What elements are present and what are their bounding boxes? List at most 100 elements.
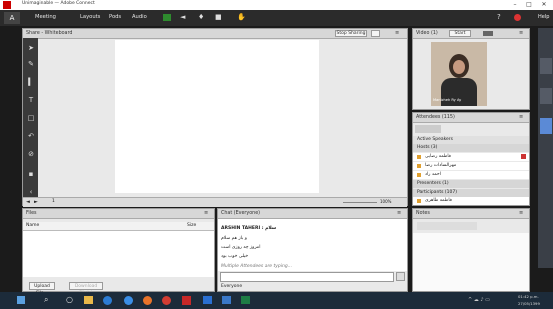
notes-body[interactable] [413, 233, 529, 291]
pod-menu-icon[interactable]: ≡ [519, 113, 523, 122]
record-icon[interactable] [514, 14, 521, 21]
marker-tool-icon[interactable]: ✎ [27, 60, 35, 68]
share-pod: Share - Whiteboard Stop Sharing ≡ ➤ ✎ ▍ … [22, 28, 408, 207]
help-icon[interactable]: ? [497, 13, 501, 21]
delete-icon[interactable]: ▪ [27, 170, 35, 178]
page-number: 1 [52, 199, 55, 204]
menu-bar: A Meeting Layouts Pods Audio ◄ ♦ ■ ✋ ? H… [0, 10, 553, 26]
hosts-heading[interactable]: Hosts (3) [413, 144, 529, 152]
send-icon[interactable] [396, 272, 405, 281]
webcam-icon[interactable]: ■ [215, 13, 222, 21]
zoom-level[interactable]: 100% [380, 199, 391, 204]
download-files-button[interactable]: Download File(s) [69, 282, 103, 296]
media-icon[interactable] [222, 296, 231, 304]
chat-pod: Chat (Everyone) ≡ ARSHIN TAHERI : سلام و… [217, 208, 408, 292]
host-row[interactable]: احمد راد [413, 171, 529, 179]
clock-time[interactable]: 01:42 p.m. [518, 294, 539, 299]
name-column[interactable]: Name [26, 223, 39, 228]
chat-input[interactable] [220, 272, 394, 282]
menu-audio[interactable]: Audio [132, 14, 147, 20]
pod-menu-icon[interactable]: ≡ [204, 209, 208, 218]
clock-date[interactable]: 27/05/1399 [518, 301, 540, 306]
search-icon[interactable]: ⌕ [44, 295, 48, 305]
pod-menu-icon[interactable]: ≡ [519, 209, 523, 218]
collapse-toolbar-icon[interactable]: ‹ [27, 188, 35, 196]
app-icon [3, 1, 11, 9]
stop-sharing-button[interactable]: Stop Sharing [335, 30, 367, 37]
presenters-heading[interactable]: Presenters (1) [413, 180, 529, 188]
edge-icon[interactable] [124, 296, 133, 305]
status-icon[interactable] [163, 14, 171, 21]
share-pod-title: Share - Whiteboard [26, 31, 73, 36]
pod-menu-icon[interactable]: ≡ [519, 29, 523, 38]
chat-pod-header: Chat (Everyone) ≡ [218, 209, 407, 219]
side-panel-item[interactable] [540, 118, 552, 134]
active-speakers-row: Active Speakers [413, 136, 529, 144]
start-webcam-button[interactable]: Start [449, 30, 471, 37]
mail-icon[interactable] [203, 296, 212, 304]
menu-layouts[interactable]: Layouts [80, 14, 100, 20]
start-icon[interactable] [17, 296, 25, 304]
maximize-icon[interactable]: □ [522, 0, 536, 10]
highlighter-tool-icon[interactable]: ▍ [27, 78, 35, 86]
video-pod-title: Video (1) [416, 31, 438, 36]
excel-icon[interactable] [241, 296, 250, 304]
chat-tab-everyone[interactable]: Everyone [221, 284, 242, 289]
files-pod-header: Files ≡ [23, 209, 214, 219]
speaker-icon[interactable]: ◄ [180, 13, 185, 21]
notes-toolbar [417, 222, 477, 230]
attendees-toolbar [415, 125, 441, 133]
browser-icon[interactable] [103, 296, 112, 305]
video-pod-header: Video (1) Start ≡ [413, 29, 529, 39]
file-explorer-icon[interactable] [84, 296, 93, 304]
participant-row[interactable]: فاطمه طاهری [413, 197, 529, 205]
video-name-tag: Manizheh Ry Ay [433, 98, 462, 102]
side-panel [538, 28, 553, 268]
chat-message: امروز چه روزی است [221, 245, 261, 250]
chat-message: و باز هم سلام [221, 236, 247, 241]
system-tray-icons[interactable]: ^ ☁ ♪ ▭ [468, 297, 490, 303]
microphone-icon[interactable]: ♦ [198, 13, 204, 21]
firefox-icon[interactable] [143, 296, 152, 305]
share-footer: ◄ ► 1 100% [23, 197, 407, 207]
help-menu[interactable]: Help [538, 14, 549, 20]
attendees-pod-header: Attendees (115) ≡ [413, 113, 529, 123]
files-list [23, 231, 214, 277]
side-panel-item[interactable] [540, 58, 552, 74]
upload-file-button[interactable]: Upload File... [29, 282, 55, 296]
host-icon [417, 164, 421, 168]
chat-messages: ARSHIN TAHERI : سلام و باز هم سلام امروز… [218, 219, 407, 271]
typing-indicator: Multiple Attendees are typing... [221, 264, 293, 269]
select-tool-icon[interactable]: ➤ [27, 44, 35, 52]
next-page-icon[interactable]: ► [34, 199, 38, 205]
zoom-slider[interactable] [343, 202, 377, 203]
person-face [453, 60, 465, 74]
chrome-icon[interactable] [162, 296, 171, 305]
prev-page-icon[interactable]: ◄ [26, 199, 30, 205]
host-row[interactable]: فاطمه رضایی [413, 153, 529, 161]
host-row[interactable]: مهرالسادات رضا [413, 162, 529, 170]
pod-menu-icon[interactable]: ≡ [395, 29, 399, 38]
files-pod: Files ≡ Name Size Upload File... Downloa… [22, 208, 215, 296]
minimize-icon[interactable]: – [508, 0, 522, 10]
host-icon [417, 155, 421, 159]
shape-tool-icon[interactable]: □ [27, 114, 35, 122]
pod-menu-icon[interactable]: ≡ [397, 209, 401, 218]
whiteboard-canvas[interactable] [115, 40, 319, 193]
close-icon[interactable]: ✕ [537, 0, 551, 10]
chat-pod-title: Chat (Everyone) [221, 211, 261, 216]
menu-pods[interactable]: Pods [109, 14, 121, 20]
size-column[interactable]: Size [187, 223, 196, 228]
notes-pod-header: Notes ≡ [413, 209, 529, 219]
task-view-icon[interactable]: ○ [66, 295, 73, 304]
grid-view-icon[interactable] [483, 31, 493, 36]
clear-icon[interactable]: ⊘ [27, 150, 35, 158]
menu-meeting[interactable]: Meeting [35, 14, 56, 20]
fullscreen-icon[interactable] [371, 30, 380, 37]
participants-heading[interactable]: Participants (107) [413, 189, 529, 197]
side-panel-item[interactable] [540, 88, 552, 104]
connect-icon[interactable] [182, 296, 191, 305]
undo-icon[interactable]: ↶ [27, 132, 35, 140]
text-tool-icon[interactable]: T [27, 96, 35, 104]
raise-hand-icon[interactable]: ✋ [237, 13, 246, 21]
